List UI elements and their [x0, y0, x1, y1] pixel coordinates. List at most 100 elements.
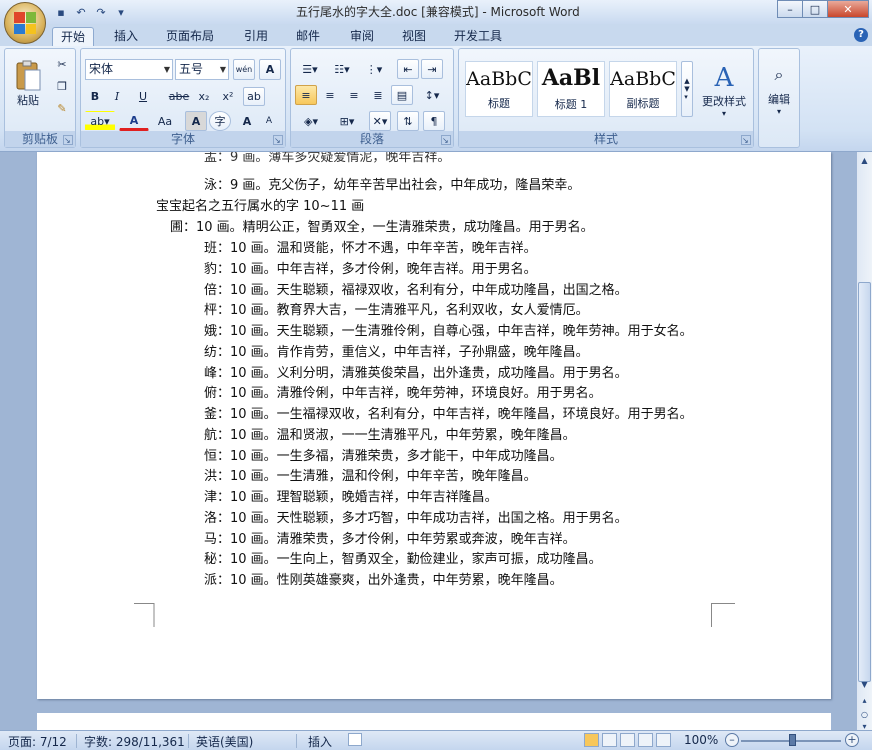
style-card-subtitle[interactable]: AaBbC 副标题: [609, 61, 677, 117]
list-item: 马：10 画。清雅荣贵，多才伶俐，中年劳累或奔波，晚年吉祥。: [204, 531, 576, 547]
styles-scroll-icon[interactable]: ▲ ▼ ▾: [681, 61, 693, 117]
superscript-button[interactable]: x²: [217, 87, 239, 106]
word-count[interactable]: 字数: 298/11,361: [84, 733, 185, 750]
status-bar: 页面: 7/12 字数: 298/11,361 英语(美国) 插入 100% –…: [0, 730, 872, 750]
tab-insert[interactable]: 插入: [106, 27, 146, 46]
font-group: 宋体 ▼ 五号 ▼ wén A B I U abe x₂ x² ab ab▾ A A…: [80, 48, 286, 148]
char-shading-button[interactable]: A: [185, 111, 207, 131]
borders-icon[interactable]: ⊞▾: [331, 111, 363, 131]
tab-home[interactable]: 开始: [52, 27, 95, 46]
distributed-icon[interactable]: ▤: [391, 85, 413, 105]
insert-mode[interactable]: 插入: [308, 733, 332, 750]
print-layout-icon[interactable]: [584, 733, 599, 747]
char-case-button[interactable]: Aa: [151, 111, 179, 131]
office-button[interactable]: [4, 2, 46, 44]
styles-launcher-icon[interactable]: ↘: [741, 135, 751, 145]
maximize-button[interactable]: □: [802, 0, 828, 18]
line-spacing-icon[interactable]: ↕▾: [417, 85, 447, 105]
grow-font-button[interactable]: A: [237, 111, 257, 131]
zoom-out-icon[interactable]: –: [725, 733, 739, 747]
shading-icon[interactable]: ◈▾: [295, 111, 327, 131]
ribbon-tabs: 开始 插入 页面布局 引用 邮件 审阅 视图 开发工具 ?: [0, 24, 872, 46]
cut-icon[interactable]: ✂: [53, 55, 71, 73]
change-styles-button[interactable]: A 更改样式 ▾: [697, 57, 751, 123]
numbering-icon[interactable]: ☷▾: [327, 59, 357, 79]
style-card-heading1[interactable]: AaBl 标题 1: [537, 61, 605, 117]
increase-indent-icon[interactable]: ⇥: [421, 59, 443, 79]
prev-page-icon[interactable]: ▴: [858, 694, 871, 708]
vertical-scrollbar[interactable]: ▲ ▼ ▴ ○ ▾: [857, 152, 872, 731]
paste-button[interactable]: 粘贴: [7, 53, 49, 115]
outline-view-icon[interactable]: [638, 733, 653, 747]
clear-format-button[interactable]: A: [259, 59, 281, 80]
scroll-down-icon[interactable]: ▼: [858, 678, 871, 692]
multilevel-list-icon[interactable]: ⋮▾: [359, 59, 389, 79]
strikethrough-button[interactable]: abe: [165, 87, 193, 106]
enclose-char-button[interactable]: 字: [209, 111, 231, 131]
font-name-combo[interactable]: 宋体 ▼: [85, 59, 173, 80]
tab-view[interactable]: 视图: [394, 27, 434, 46]
language[interactable]: 英语(美国): [196, 733, 253, 750]
list-item: 豹：10 画。中年吉祥，多才伶俐，晚年吉祥。用于男名。: [204, 261, 537, 277]
font-color-button[interactable]: A: [119, 111, 149, 131]
justify-icon[interactable]: ≣: [367, 85, 389, 105]
sort-icon[interactable]: ⇅: [397, 111, 419, 131]
paragraph-launcher-icon[interactable]: ↘: [441, 135, 451, 145]
show-marks-icon[interactable]: ¶: [423, 111, 445, 131]
scroll-thumb[interactable]: [858, 282, 871, 682]
next-page[interactable]: [37, 713, 831, 730]
bullets-icon[interactable]: ☰▾: [295, 59, 325, 79]
draft-view-icon[interactable]: [656, 733, 671, 747]
bold-button[interactable]: B: [85, 87, 105, 106]
page-count[interactable]: 页面: 7/12: [8, 733, 67, 750]
align-left-icon[interactable]: ≡: [295, 85, 317, 105]
scroll-up-icon[interactable]: ▲: [858, 154, 871, 168]
list-item: 洛：10 画。天性聪颖，多才巧智，中年成功吉祥，出国之格。用于男名。: [204, 510, 628, 526]
document-area[interactable]: 盂：9 画。薄车多灾疑爱情泥，晚年吉祥。 泳：9 画。克父伤子，幼年辛苦早出社会…: [0, 152, 857, 730]
chevron-down-icon: ▼: [163, 65, 170, 74]
help-icon[interactable]: ?: [854, 28, 868, 42]
clipboard-launcher-icon[interactable]: ↘: [63, 135, 73, 145]
editing-button[interactable]: ⌕ 编辑 ▾: [761, 57, 797, 123]
document-page[interactable]: 盂：9 画。薄车多灾疑爱情泥，晚年吉祥。 泳：9 画。克父伤子，幼年辛苦早出社会…: [37, 152, 831, 699]
subscript-button[interactable]: x₂: [193, 87, 215, 106]
font-size-combo[interactable]: 五号 ▼: [175, 59, 229, 80]
phonetic-guide-button[interactable]: wén: [233, 59, 255, 80]
full-screen-reading-icon[interactable]: [602, 733, 617, 747]
highlight-button[interactable]: ab▾: [85, 111, 115, 131]
list-item: 娥：10 画。天生聪颖，一生清雅伶俐，自尊心强，中年吉祥，晚年劳神。用于女名。: [204, 324, 693, 339]
tab-developer[interactable]: 开发工具: [446, 27, 510, 46]
tab-page-layout[interactable]: 页面布局: [158, 27, 222, 46]
web-layout-icon[interactable]: [620, 733, 635, 747]
chinese-layout-icon[interactable]: ✕▾: [369, 111, 391, 131]
cut-off-line: 盂：9 画。薄车多灾疑爱情泥，晚年吉祥。: [204, 152, 451, 165]
save-icon[interactable]: ▪: [52, 4, 70, 20]
zoom-in-icon[interactable]: +: [845, 733, 859, 747]
macro-record-icon[interactable]: [348, 733, 362, 746]
style-card-title[interactable]: AaBbC 标题: [465, 61, 533, 117]
shrink-font-button[interactable]: A: [259, 111, 279, 131]
font-launcher-icon[interactable]: ↘: [273, 135, 283, 145]
tab-references[interactable]: 引用: [236, 27, 276, 46]
paragraph-group: ☰▾ ☷▾ ⋮▾ ⇤ ⇥ ≡ ≡ ≡ ≣ ▤ ↕▾ ◈▾ ⊞▾ ✕▾ ⇅ ¶ 段…: [290, 48, 454, 148]
tab-review[interactable]: 审阅: [342, 27, 382, 46]
minimize-button[interactable]: –: [777, 0, 803, 18]
align-center-icon[interactable]: ≡: [319, 85, 341, 105]
styles-group: AaBbC 标题 AaBl 标题 1 AaBbC 副标题 ▲ ▼ ▾ A 更改样式 …: [458, 48, 754, 148]
format-painter-icon[interactable]: ✎: [53, 99, 71, 117]
change-case-icon[interactable]: ab: [243, 87, 265, 106]
underline-button[interactable]: U: [129, 87, 157, 106]
italic-button[interactable]: I: [107, 87, 127, 106]
undo-icon[interactable]: ↶: [72, 4, 90, 20]
align-right-icon[interactable]: ≡: [343, 85, 365, 105]
clipboard-group: 粘贴 ✂ ❐ ✎ 剪贴板 ↘: [4, 48, 76, 148]
tab-mailings[interactable]: 邮件: [288, 27, 328, 46]
close-button[interactable]: ✕: [827, 0, 869, 18]
zoom-slider-handle[interactable]: [789, 734, 796, 746]
list-item: 俯：10 画。清雅伶俐，中年吉祥，晚年劳神，环境良好。用于男名。: [204, 386, 602, 402]
zoom-level[interactable]: 100%: [684, 733, 718, 747]
customize-qat-icon[interactable]: ▾: [112, 4, 130, 20]
decrease-indent-icon[interactable]: ⇤: [397, 59, 419, 79]
copy-icon[interactable]: ❐: [53, 77, 71, 95]
redo-icon[interactable]: ↷: [92, 4, 110, 20]
